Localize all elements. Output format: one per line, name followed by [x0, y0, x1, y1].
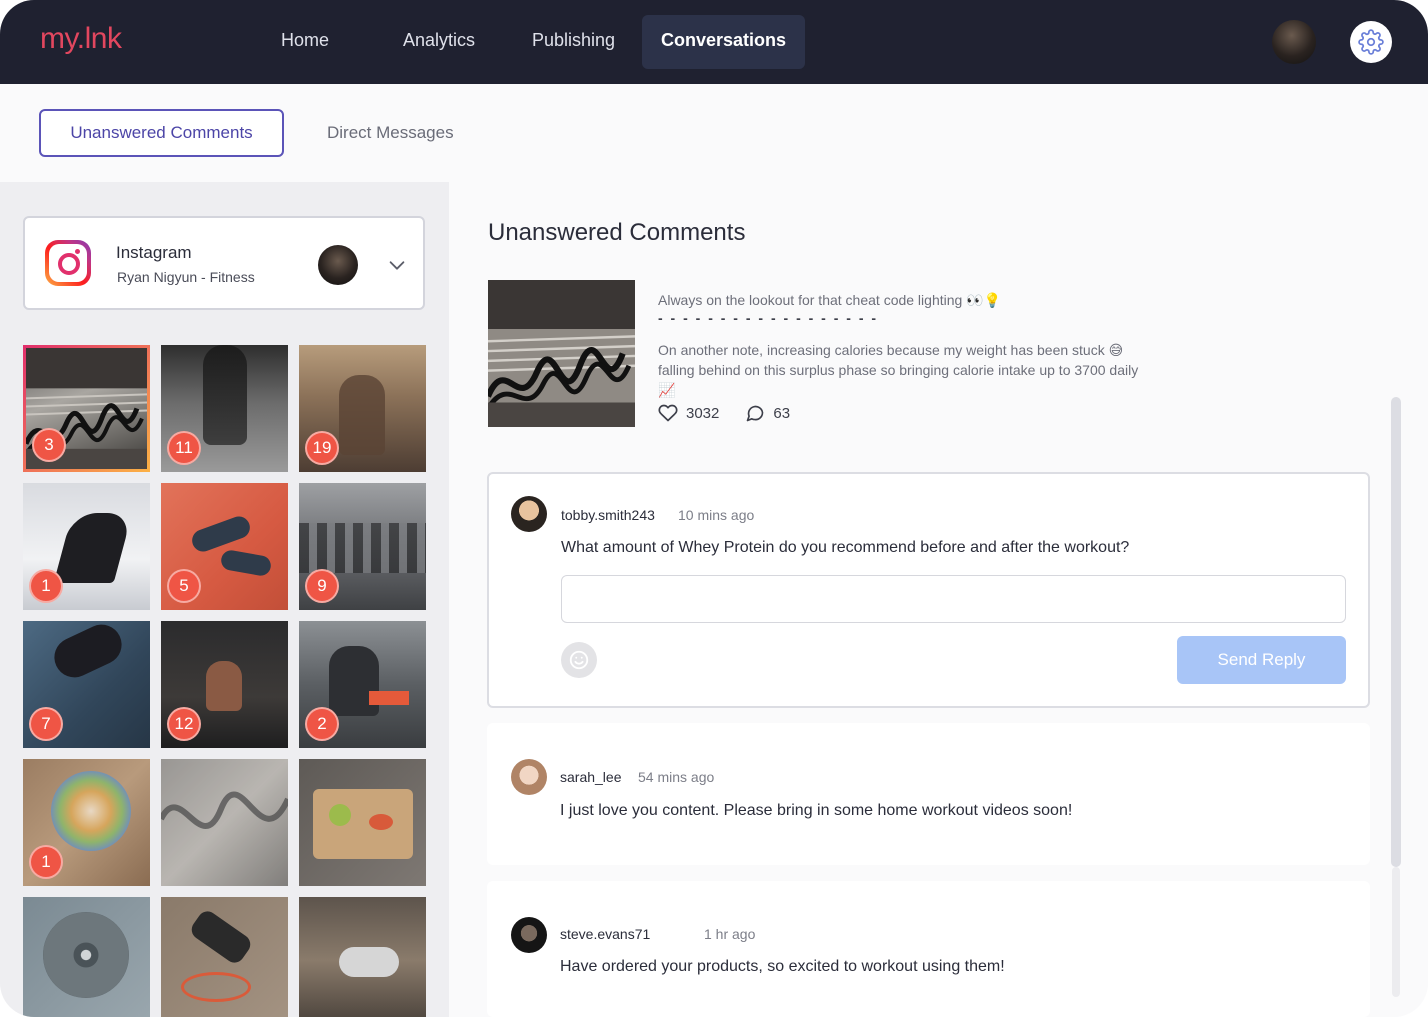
reply-input[interactable]: [561, 575, 1346, 623]
comments-stat: 63: [745, 403, 790, 423]
nav-conversations[interactable]: Conversations: [642, 15, 806, 69]
comment-time: 10 mins ago: [678, 507, 755, 523]
comment-bubble-icon: [747, 405, 764, 422]
post-thumbnail[interactable]: 12: [161, 621, 288, 748]
instagram-icon-dot: [75, 249, 80, 254]
tab-direct-messages[interactable]: Direct Messages: [327, 123, 454, 143]
caption-dashes: - - - - - - - - - - - - - - - - - -: [658, 310, 879, 326]
unanswered-count-badge: 7: [29, 707, 63, 741]
app-frame: my.lnk Home Analytics Publishing Convers…: [0, 0, 1428, 1017]
caption-line: Always on the lookout for that cheat cod…: [658, 292, 1002, 308]
emoji-button[interactable]: [561, 642, 597, 678]
post-thumbnail[interactable]: [23, 897, 150, 1017]
post-thumbnail[interactable]: 9: [299, 483, 426, 610]
comment-time: 1 hr ago: [704, 926, 756, 942]
post-thumbnail[interactable]: 3: [23, 345, 150, 472]
unanswered-count-badge: 12: [167, 707, 201, 741]
unanswered-count-badge: 5: [167, 569, 201, 603]
commenter-avatar: [511, 496, 547, 532]
commenter-username[interactable]: steve.evans71: [560, 926, 650, 942]
unanswered-count-badge: 1: [29, 845, 63, 879]
commenter-avatar: [511, 917, 547, 953]
post-thumbnail[interactable]: 1: [23, 759, 150, 886]
post-image: [488, 280, 635, 427]
post-thumbnail[interactable]: 2: [299, 621, 426, 748]
comment-text: Have ordered your products, so excited t…: [560, 958, 1005, 975]
post-thumbnail[interactable]: 5: [161, 483, 288, 610]
unanswered-count-badge: 1: [29, 569, 63, 603]
commenter-username[interactable]: sarah_lee: [560, 769, 622, 785]
comment-time: 54 mins ago: [638, 769, 715, 785]
comment-card[interactable]: steve.evans71 1 hr ago Have ordered your…: [487, 881, 1370, 1017]
unanswered-count-badge: 2: [305, 707, 339, 741]
comments-count: 63: [773, 404, 791, 422]
likes-count: 3032: [686, 404, 720, 422]
post-thumbnail[interactable]: 1: [23, 483, 150, 610]
brand-logo[interactable]: my.lnk: [40, 22, 122, 56]
scrollbar-track[interactable]: [1392, 867, 1400, 997]
posts-sidebar: Instagram Ryan Nigyun - Fitness 3 11 19 …: [0, 182, 449, 1017]
chevron-down-icon[interactable]: [386, 254, 408, 276]
top-navbar: my.lnk Home Analytics Publishing Convers…: [0, 0, 1428, 84]
unanswered-count-badge: 3: [32, 428, 66, 462]
account-name: Ryan Nigyun - Fitness: [117, 269, 255, 285]
subtab-bar: Unanswered Comments Direct Messages: [0, 84, 1428, 182]
user-avatar[interactable]: [1272, 20, 1316, 64]
account-platform: Instagram: [116, 243, 192, 262]
comments-panel: Unanswered Comments Always on the lookou…: [449, 182, 1428, 1017]
nav-publishing[interactable]: Publishing: [532, 30, 615, 51]
comment-text: What amount of Whey Protein do you recom…: [561, 539, 1130, 556]
comment-text: I just love you content. Please bring in…: [560, 802, 1073, 819]
send-reply-button[interactable]: Send Reply: [1177, 636, 1346, 684]
commenter-username[interactable]: tobby.smith243: [561, 507, 655, 523]
likes-stat: 3032: [658, 403, 719, 423]
instagram-icon: [45, 240, 91, 286]
post-thumbnail[interactable]: 11: [161, 345, 288, 472]
post-thumbnail[interactable]: [299, 897, 426, 1017]
post-thumbnail[interactable]: [161, 897, 288, 1017]
account-avatar: [318, 245, 358, 285]
battle-rope-image: [488, 280, 635, 427]
post-caption: Always on the lookout for that cheat cod…: [658, 290, 1158, 400]
scrollbar-thumb[interactable]: [1391, 397, 1401, 867]
account-selector[interactable]: Instagram Ryan Nigyun - Fitness: [23, 216, 425, 310]
comment-card[interactable]: sarah_lee 54 mins ago I just love you co…: [487, 723, 1370, 865]
unanswered-count-badge: 9: [305, 569, 339, 603]
post-thumbnail[interactable]: [299, 759, 426, 886]
post-stats: 3032 63: [658, 403, 816, 423]
post-thumbnail[interactable]: 7: [23, 621, 150, 748]
page-title: Unanswered Comments: [488, 219, 746, 246]
gear-icon: [1358, 29, 1384, 55]
unanswered-count-badge: 11: [167, 431, 201, 465]
smiley-icon: [569, 650, 589, 670]
settings-button[interactable]: [1350, 21, 1392, 63]
post-thumbnail[interactable]: [161, 759, 288, 886]
rope-image: [161, 791, 288, 829]
unanswered-count-badge: 19: [305, 431, 339, 465]
post-thumbnail[interactable]: 19: [299, 345, 426, 472]
comment-card-active: tobby.smith243 10 mins ago What amount o…: [487, 472, 1370, 708]
commenter-avatar: [511, 759, 547, 795]
caption-body: On another note, increasing calories bec…: [658, 342, 1139, 398]
nav-analytics[interactable]: Analytics: [403, 30, 475, 51]
tab-unanswered-comments[interactable]: Unanswered Comments: [39, 109, 284, 157]
heart-icon: [658, 404, 678, 422]
nav-home[interactable]: Home: [281, 30, 329, 51]
